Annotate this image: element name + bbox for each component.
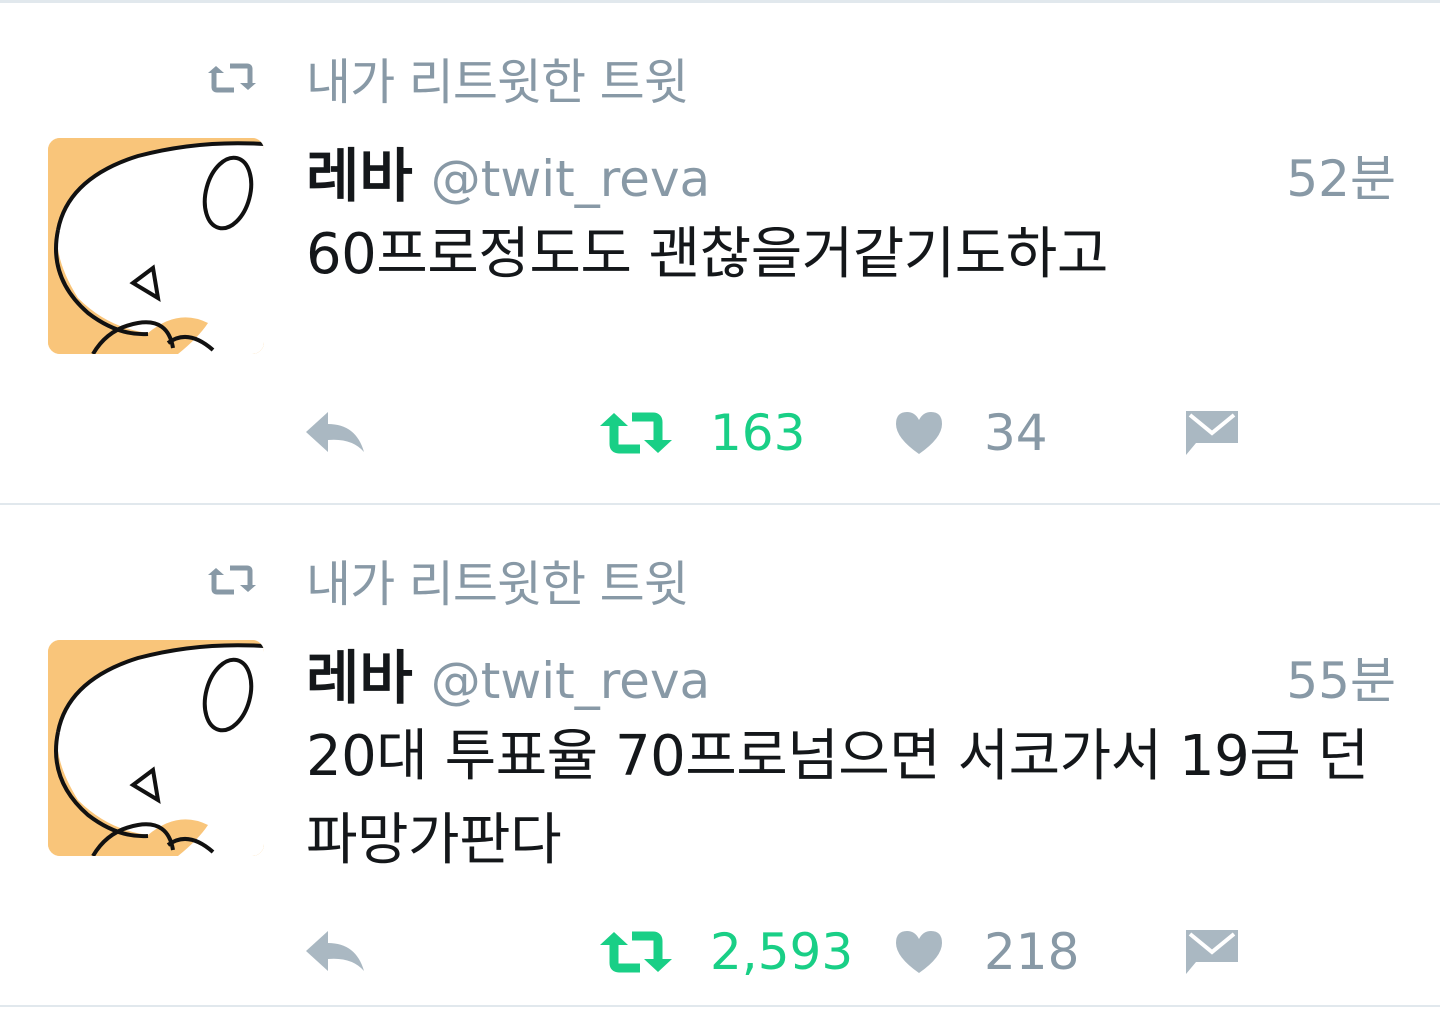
retweet-count: 163 [710,404,806,462]
timeline: 내가 리트윗한 트윗 레바 @twit_reva 52분 60프로정도도 괜찮을… [0,0,1440,1033]
avatar[interactable] [48,138,264,354]
like-count: 34 [984,404,1048,462]
retweet-context-label: 내가 리트윗한 트윗 [306,555,689,613]
tweet-text: 20대 투표율 70프로넘으면 서코가서 19금 던파망가판다 [306,724,1369,873]
avatar[interactable] [48,640,264,856]
tweet-actions: 163 34 [0,398,1440,468]
reply-button[interactable] [304,917,366,987]
reply-icon [304,408,366,458]
retweet-icon [204,565,260,595]
divider [0,1005,1440,1007]
screen-name[interactable]: @twit_reva [431,150,710,208]
reply-button[interactable] [304,398,366,468]
tweet-item[interactable]: 내가 리트윗한 트윗 레바 @twit_reva 52분 60프로정도도 괜찮을… [0,3,1440,505]
retweet-button[interactable]: 2,593 [598,917,853,987]
envelope-icon [1184,407,1240,459]
timestamp[interactable]: 55분 [1286,641,1396,713]
retweet-context: 내가 리트윗한 트윗 [204,545,689,615]
display-name[interactable]: 레바 [306,631,413,715]
timestamp[interactable]: 52분 [1286,139,1396,211]
tweet-header: 레바 @twit_reva 52분 [306,129,1396,211]
tweet-actions: 2,593 218 [0,917,1440,987]
retweet-count: 2,593 [710,923,854,981]
reply-icon [304,927,366,977]
like-button[interactable]: 218 [894,917,1079,987]
screen-name[interactable]: @twit_reva [431,652,710,710]
retweet-button[interactable]: 163 [598,398,805,468]
direct-message-button[interactable] [1184,917,1240,987]
tweet-header: 레바 @twit_reva 55분 [306,631,1396,713]
direct-message-button[interactable] [1184,398,1240,468]
retweet-icon [598,929,674,975]
retweet-context: 내가 리트윗한 트윗 [204,43,689,113]
heart-icon [894,410,944,456]
display-name[interactable]: 레바 [306,129,413,213]
retweet-icon [598,410,674,456]
tweet-text: 60프로정도도 괜찮을거같기도하고 [306,222,1108,287]
envelope-icon [1184,926,1240,978]
like-count: 218 [984,923,1080,981]
retweet-icon [204,63,260,93]
retweet-context-label: 내가 리트윗한 트윗 [306,53,689,111]
heart-icon [894,929,944,975]
like-button[interactable]: 34 [894,398,1048,468]
tweet-item[interactable]: 내가 리트윗한 트윗 레바 @twit_reva 55분 20대 투표율 70프… [0,505,1440,1007]
